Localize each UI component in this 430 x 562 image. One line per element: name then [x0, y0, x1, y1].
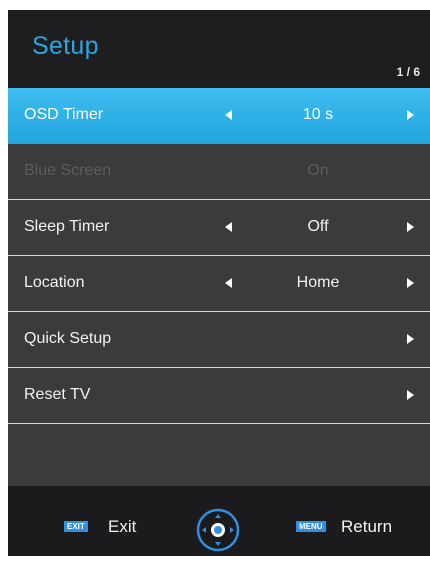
page-indicator: 1 / 6: [396, 65, 420, 79]
menu-item-value: On: [307, 162, 329, 179]
menu-header: Setup 1 / 6: [8, 10, 430, 88]
menu-item-value: 10 s: [302, 106, 334, 123]
menu-item-quick-setup[interactable]: Quick Setup: [8, 312, 430, 368]
menu-footer: EXIT Exit MENU Return: [8, 486, 430, 556]
arrow-left-icon[interactable]: [225, 222, 232, 232]
menu-item-blue-screen: Blue Screen On: [8, 144, 430, 200]
exit-key-badge: EXIT: [64, 521, 88, 532]
menu-item-value: Home: [296, 274, 340, 291]
dpad-navigation-icon: [196, 508, 240, 552]
return-label[interactable]: Return: [341, 517, 392, 537]
exit-label[interactable]: Exit: [108, 517, 136, 537]
menu-item-label: Quick Setup: [24, 330, 112, 347]
menu-item-reset-tv[interactable]: Reset TV: [8, 368, 430, 424]
menu-item-value: Off: [307, 218, 329, 235]
menu-key-badge: MENU: [296, 521, 326, 532]
arrow-right-icon[interactable]: [407, 222, 414, 232]
menu-item-location[interactable]: Location Home: [8, 256, 430, 312]
arrow-left-icon[interactable]: [225, 278, 232, 288]
arrow-right-icon[interactable]: [407, 390, 414, 400]
menu-item-label: Reset TV: [24, 386, 91, 403]
menu-item-label: OSD Timer: [24, 106, 104, 123]
menu-empty-row: [8, 424, 430, 486]
setup-menu-screen: Setup 1 / 6 OSD Timer 10 s Blue Screen O…: [8, 10, 430, 556]
menu-item-label: Sleep Timer: [24, 218, 110, 235]
menu-item-label: Location: [24, 274, 85, 291]
page-title: Setup: [32, 32, 99, 60]
menu-item-osd-timer[interactable]: OSD Timer 10 s: [8, 88, 430, 144]
arrow-left-icon[interactable]: [225, 110, 232, 120]
arrow-right-icon[interactable]: [407, 278, 414, 288]
arrow-right-icon[interactable]: [407, 334, 414, 344]
menu-item-sleep-timer[interactable]: Sleep Timer Off: [8, 200, 430, 256]
arrow-right-icon[interactable]: [407, 110, 414, 120]
menu-item-label: Blue Screen: [24, 162, 112, 179]
